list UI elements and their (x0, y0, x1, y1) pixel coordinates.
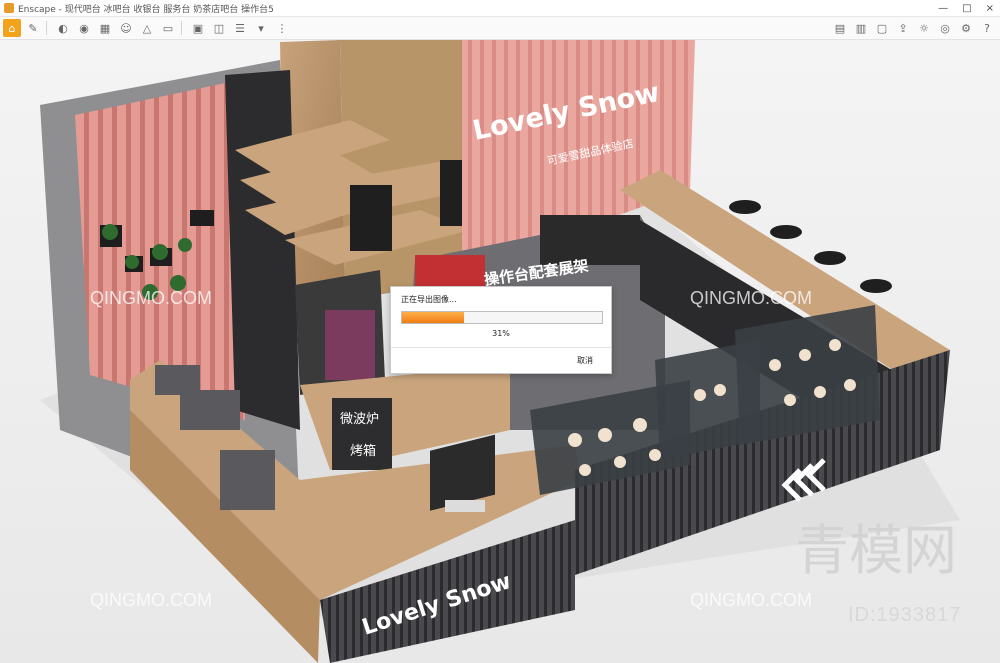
watermark-site: QINGMO.COM (90, 288, 212, 308)
eye-icon[interactable]: ◎ (936, 19, 954, 37)
watermark-site: QINGMO.COM (690, 590, 812, 610)
video-icon[interactable]: ▭ (159, 19, 177, 37)
window-controls: — □ × (938, 0, 994, 16)
home-icon[interactable]: ⌂ (3, 19, 21, 37)
map-icon[interactable]: ▤ (831, 19, 849, 37)
visual-settings-icon[interactable]: ☼ (915, 19, 933, 37)
export-progress-dialog: 正在导出图像... 31% 取消 (390, 286, 612, 374)
export-message: 正在导出图像... (401, 295, 457, 304)
batch-icon[interactable]: ☰ (231, 19, 249, 37)
walk-icon[interactable]: ◐ (54, 19, 72, 37)
camera-icon[interactable]: ◉ (75, 19, 93, 37)
help-icon[interactable]: ? (978, 19, 996, 37)
asset-icon[interactable]: ▥ (852, 19, 870, 37)
watermark-site: QINGMO.COM (90, 590, 212, 610)
toolbar-divider (181, 21, 182, 35)
watermark-brand: 青模网 (795, 519, 957, 582)
watermark-id: ID:1933817 (848, 604, 962, 626)
settings-dropdown-icon[interactable]: ▾ (252, 19, 270, 37)
window-title: Enscape - 现代吧台 冰吧台 收银台 服务台 奶茶店吧台 操作台5 (18, 4, 274, 15)
measure-icon[interactable]: △ (138, 19, 156, 37)
toolbar-divider (46, 21, 47, 35)
label-oven: 烤箱 (350, 443, 376, 459)
dialog-divider (391, 347, 611, 348)
progress-bar (401, 311, 603, 324)
toolbar-right-group: ▤ ▥ ▢ ⇪ ☼ ◎ ⚙ ? (828, 19, 996, 37)
label-microwave: 微波炉 (340, 412, 379, 427)
progress-fill (402, 312, 464, 323)
cancel-button[interactable]: 取消 (577, 355, 593, 366)
window-titlebar: Enscape - 现代吧台 冰吧台 收银台 服务台 奶茶店吧台 操作台5 — … (0, 0, 1000, 17)
grid-icon[interactable]: ▦ (96, 19, 114, 37)
enscape-logo-icon (4, 3, 14, 13)
maximize-button[interactable]: □ (962, 3, 971, 14)
close-button[interactable]: × (986, 3, 994, 14)
gear-icon[interactable]: ⚙ (957, 19, 975, 37)
more-icon[interactable]: ⋮ (273, 19, 291, 37)
image-export-icon[interactable]: ▣ (189, 19, 207, 37)
panorama-icon[interactable]: ◫ (210, 19, 228, 37)
main-toolbar: ⌂ ✎ ◐ ◉ ▦ ☺ △ ▭ ▣ ◫ ☰ ▾ ⋮ ▤ ▥ ▢ ⇪ ☼ ◎ ⚙ … (0, 17, 1000, 40)
person-icon[interactable]: ☺ (117, 19, 135, 37)
watermark-site: QINGMO.COM (690, 288, 812, 308)
minimize-button[interactable]: — (938, 3, 948, 14)
upload-icon[interactable]: ⇪ (894, 19, 912, 37)
view-icon[interactable]: ▢ (873, 19, 891, 37)
progress-percent: 31% (492, 329, 510, 338)
brush-icon[interactable]: ✎ (24, 19, 42, 37)
